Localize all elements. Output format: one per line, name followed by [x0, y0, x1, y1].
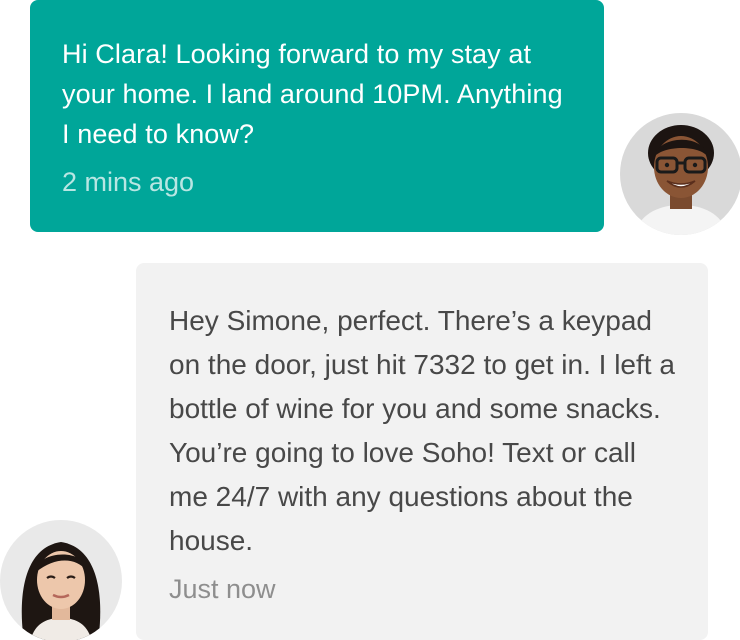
simone-avatar-ring: [608, 101, 740, 247]
simone-avatar[interactable]: [620, 113, 740, 235]
clara-avatar[interactable]: [0, 520, 122, 640]
user-avatar-simone-icon: [620, 113, 740, 235]
outgoing-message-text: Hi Clara! Looking forward to my stay at …: [62, 39, 563, 149]
outgoing-message-bubble: Hi Clara! Looking forward to my stay at …: [30, 0, 604, 232]
outgoing-message-timestamp: 2 mins ago: [62, 167, 195, 197]
user-avatar-clara-icon: [0, 520, 122, 640]
incoming-message-bubble: Hey Simone, perfect. There’s a keypad on…: [136, 263, 708, 640]
clara-avatar-ring: [0, 508, 134, 640]
incoming-message-timestamp: Just now: [169, 574, 276, 604]
chat-thread: Hi Clara! Looking forward to my stay at …: [0, 0, 740, 640]
incoming-message-text: Hey Simone, perfect. There’s a keypad on…: [169, 305, 675, 556]
